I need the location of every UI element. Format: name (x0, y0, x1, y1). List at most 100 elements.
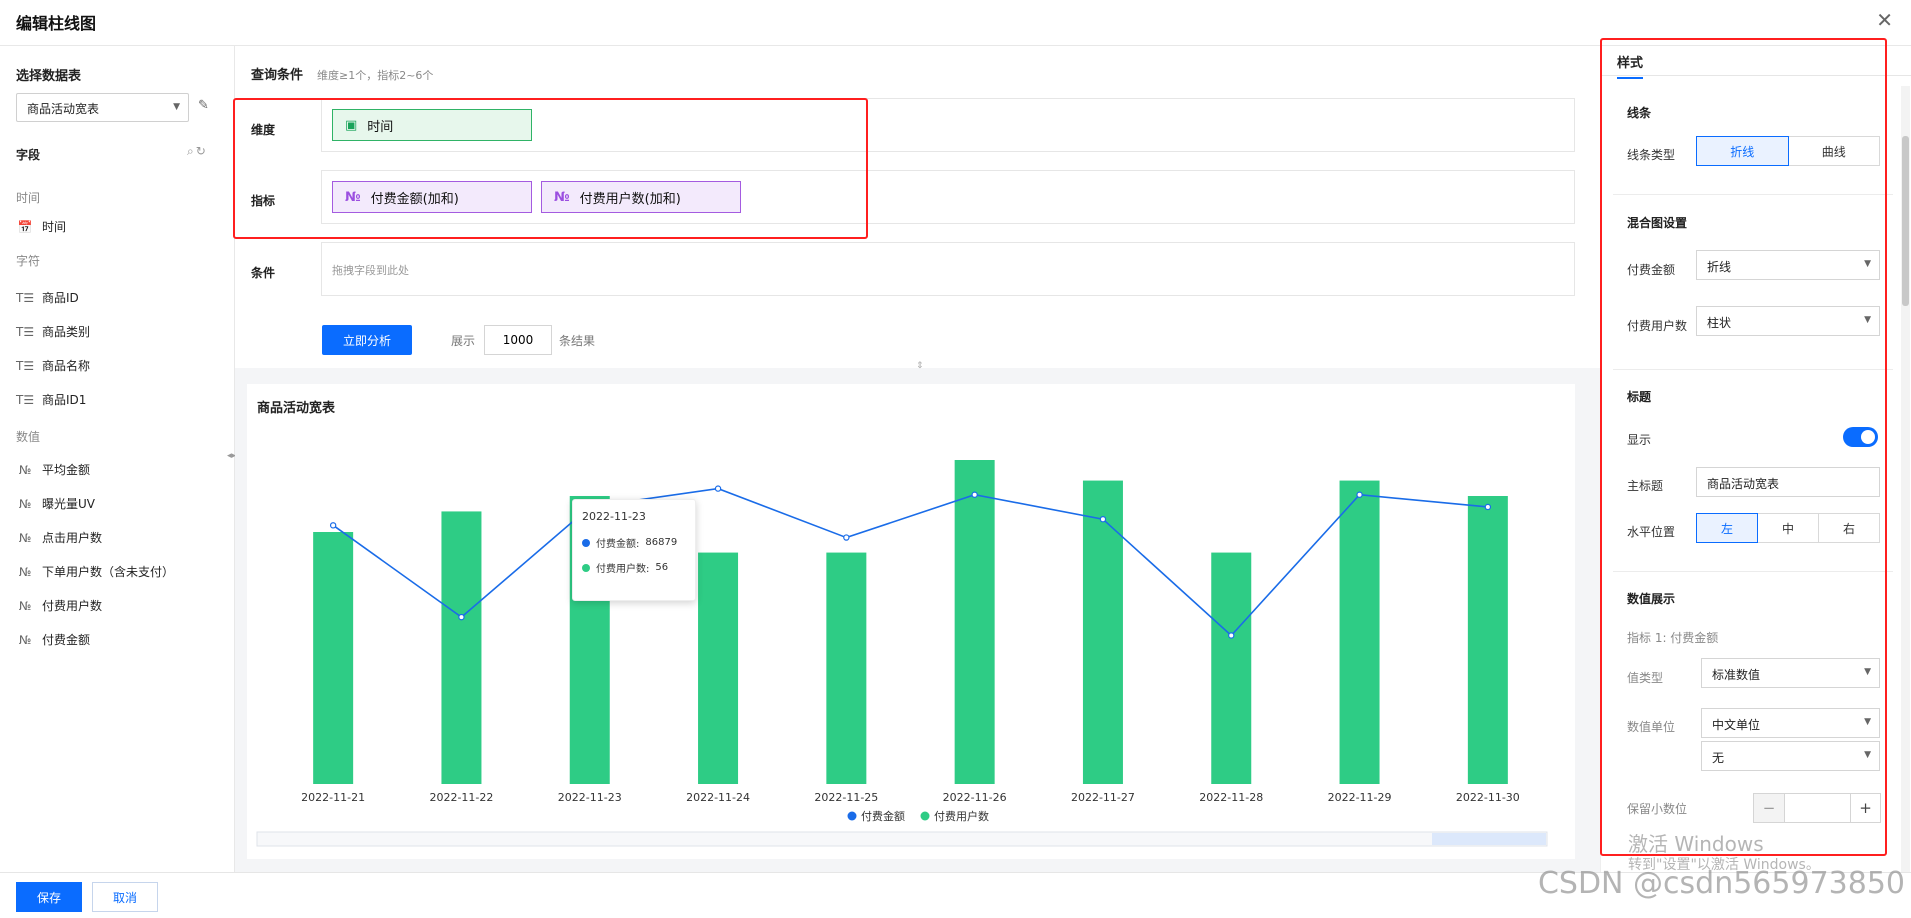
scrollbar-thumb[interactable] (1902, 136, 1909, 306)
cancel-button[interactable]: 取消 (92, 882, 158, 912)
tooltip-row-label: 付费用户数: (596, 564, 650, 575)
legend-dot-icon (582, 563, 590, 572)
field-item[interactable]: T☰ 商品类别 (16, 323, 90, 340)
chevron-down-icon: ▼ (1864, 717, 1871, 727)
section-divider (1613, 571, 1893, 572)
query-hint: 维度≥1个，指标2~6个 (317, 69, 434, 82)
number-field-icon: № (18, 496, 32, 511)
calendar-icon: 📅 (17, 219, 33, 234)
limit-input[interactable] (484, 325, 552, 355)
mix-type-value: 柱状 (1707, 316, 1732, 330)
mix-type-select[interactable]: 折线 ▼ (1696, 250, 1880, 280)
pencil-icon[interactable]: ✎ (198, 98, 209, 113)
field-item-label: 平均金额 (42, 463, 91, 477)
tooltip-row-value: 86879 (645, 537, 678, 548)
group-label-number: 数值 (16, 430, 41, 444)
mix-row-label: 付费金额 (1627, 263, 1676, 277)
group-label-time: 时间 (16, 191, 41, 205)
query-title: 查询条件 (251, 68, 304, 83)
dimension-chip[interactable]: ▣ 时间 (332, 109, 532, 141)
x-tick-label: 2022-11-27 (1071, 791, 1135, 804)
drag-handle-icon[interactable]: ⇕ (916, 361, 924, 371)
metric-dropzone[interactable]: № 付费金额(加和) № 付费用户数(加和) (321, 170, 1575, 224)
field-item[interactable]: 📅 时间 (16, 218, 67, 235)
section-divider (1613, 369, 1893, 370)
csdn-watermark: CSDN @csdn565973850 (1537, 866, 1905, 901)
metric-label: 指标 (251, 194, 276, 208)
x-tick-label: 2022-11-29 (1328, 791, 1392, 804)
save-button[interactable]: 保存 (16, 882, 82, 912)
windows-activation-text: 激活 Windows (1628, 832, 1764, 856)
line-type-toggle[interactable]: 折线 曲线 (1696, 136, 1880, 166)
hpos-option-center[interactable]: 中 (1757, 514, 1818, 542)
field-item[interactable]: № 平均金额 (16, 461, 90, 478)
dialog-header: 编辑柱线图 ✕ (0, 0, 1911, 46)
field-item[interactable]: № 下单用户数（含未支付） (16, 563, 174, 580)
metric1-label: 指标 1: 付费金额 (1627, 631, 1719, 645)
show-title-switch[interactable] (1843, 427, 1878, 447)
field-item[interactable]: T☰ 商品ID1 (16, 391, 86, 408)
field-item-label: 下单用户数（含未支付） (42, 565, 175, 579)
mix-type-value: 折线 (1707, 260, 1732, 274)
unit-sub-value: 无 (1712, 751, 1725, 765)
decimals-input[interactable] (1784, 794, 1850, 822)
line-point-2022-11-24 (714, 485, 722, 492)
decimals-stepper[interactable]: − + (1753, 793, 1881, 823)
field-item-label: 付费金额 (42, 633, 91, 647)
condition-dropzone[interactable]: 拖拽字段到此处 (321, 242, 1575, 296)
dimension-dropzone[interactable]: ▣ 时间 (321, 98, 1575, 152)
line-type-option-curve[interactable]: 曲线 (1787, 137, 1880, 165)
main-title-value: 商品活动宽表 (1707, 477, 1780, 491)
line-series-付费金额 (332, 487, 1488, 637)
tooltip-date: 2022-11-23 (582, 510, 646, 523)
hpos-option-left[interactable]: 左 (1696, 513, 1758, 543)
section-value: 数值展示 (1627, 592, 1676, 606)
field-item[interactable]: T☰ 商品ID (16, 289, 79, 306)
metric-chip[interactable]: № 付费用户数(加和) (541, 181, 741, 213)
line-type-option-polyline[interactable]: 折线 (1696, 136, 1789, 166)
field-item[interactable]: T☰ 商品名称 (16, 357, 90, 374)
limit-prefix: 展示 (451, 334, 476, 348)
chevron-down-icon: ▼ (173, 102, 180, 112)
dataset-select[interactable]: 商品活动宽表 ▼ (16, 93, 189, 122)
field-item[interactable]: № 点击用户数 (16, 529, 102, 546)
plus-icon[interactable]: + (1850, 794, 1880, 822)
switch-knob (1861, 430, 1875, 444)
show-title-label: 显示 (1627, 433, 1652, 447)
bar-2022-11-29 (1339, 480, 1380, 784)
unit-sub-select[interactable]: 无 ▼ (1701, 741, 1880, 771)
text-field-icon: T☰ (16, 290, 35, 305)
section-divider (1613, 194, 1893, 195)
number-field-icon: № (554, 189, 570, 205)
field-item[interactable]: № 付费用户数 (16, 597, 102, 614)
legend-label-bar: 付费用户数 (934, 809, 989, 823)
main-title-input[interactable]: 商品活动宽表 (1696, 467, 1880, 497)
minus-icon[interactable]: − (1754, 794, 1784, 822)
hpos-toggle[interactable]: 左 中 右 (1696, 513, 1880, 543)
chart-plot: 2022-11-21 2022-11-22 2022-11-23 2022-11-24… (256, 460, 1548, 847)
bar-2022-11-27 (1082, 480, 1123, 784)
x-tick-label: 2022-11-25 (814, 791, 878, 804)
hpos-option-right[interactable]: 右 (1818, 514, 1879, 542)
field-item-label: 商品类别 (42, 325, 91, 339)
x-tick-label: 2022-11-23 (558, 791, 622, 804)
close-icon[interactable]: ✕ (1876, 8, 1893, 32)
mix-type-select[interactable]: 柱状 ▼ (1696, 306, 1880, 336)
bar-2022-11-22 (441, 511, 482, 784)
metric-chip[interactable]: № 付费金额(加和) (332, 181, 532, 213)
analyze-button[interactable]: 立即分析 (322, 325, 412, 355)
refresh-icon[interactable]: ↻ (196, 144, 208, 158)
line-point-2022-11-28 (1228, 632, 1235, 639)
unit-select[interactable]: 中文单位 ▼ (1701, 708, 1880, 738)
metric-chip-label: 付费用户数(加和) (579, 191, 681, 207)
tooltip-row-label: 付费金额: (596, 539, 640, 550)
field-item[interactable]: № 付费金额 (16, 631, 90, 648)
style-panel-scrollbar[interactable] (1901, 86, 1910, 872)
field-item-label: 商品ID (42, 291, 79, 305)
value-type-select[interactable]: 标准数值 ▼ (1701, 658, 1880, 688)
value-type-label: 值类型 (1627, 671, 1664, 685)
tooltip-row: 付费金额: 86879 (582, 535, 686, 550)
chevron-down-icon: ▼ (1864, 750, 1871, 760)
search-icon[interactable]: ⌕ (187, 144, 196, 158)
field-item[interactable]: № 曝光量UV (16, 495, 95, 512)
